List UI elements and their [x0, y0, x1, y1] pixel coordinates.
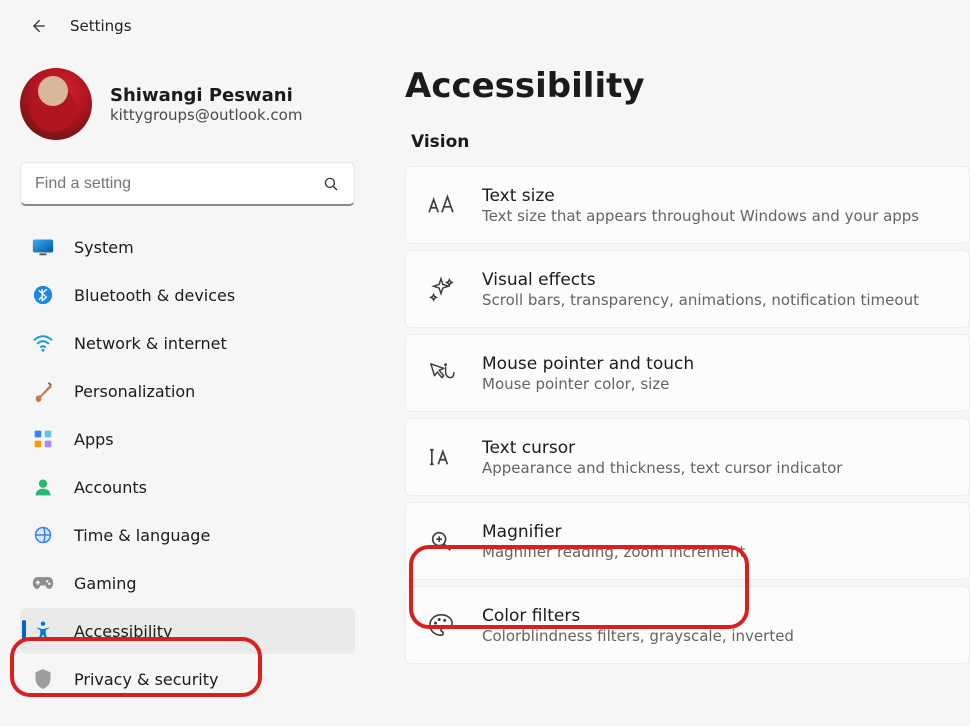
tile-magnifier[interactable]: Magnifier Magnifier reading, zoom increm…: [405, 502, 970, 580]
sidebar-item-bluetooth[interactable]: Bluetooth & devices: [20, 272, 355, 318]
magnifier-icon: [426, 528, 456, 554]
tile-subtitle: Scroll bars, transparency, animations, n…: [482, 291, 919, 309]
sidebar-item-label: Accounts: [74, 478, 147, 497]
tile-subtitle: Colorblindness filters, grayscale, inver…: [482, 627, 794, 645]
tile-subtitle: Text size that appears throughout Window…: [482, 207, 919, 225]
tile-visual-effects[interactable]: Visual effects Scroll bars, transparency…: [405, 250, 970, 328]
tile-mouse-pointer[interactable]: Mouse pointer and touch Mouse pointer co…: [405, 334, 970, 412]
app-title: Settings: [70, 17, 132, 35]
shield-icon: [32, 668, 54, 690]
person-icon: [32, 476, 54, 498]
titlebar: Settings: [0, 0, 970, 48]
nav: System Bluetooth & devices Network & int…: [20, 224, 355, 702]
palette-icon: [426, 612, 456, 638]
sidebar-item-system[interactable]: System: [20, 224, 355, 270]
sidebar-item-time-language[interactable]: Time & language: [20, 512, 355, 558]
sidebar-item-label: Accessibility: [74, 622, 172, 641]
arrow-left-icon: [28, 16, 48, 36]
profile-email: kittygroups@outlook.com: [110, 106, 302, 124]
content: Accessibility Vision Text size Text size…: [365, 48, 970, 726]
tile-subtitle: Appearance and thickness, text cursor in…: [482, 459, 842, 477]
sidebar-item-label: Apps: [74, 430, 114, 449]
tile-text-cursor[interactable]: Text cursor Appearance and thickness, te…: [405, 418, 970, 496]
avatar: [20, 68, 92, 140]
tile-title: Text cursor: [482, 438, 842, 458]
bluetooth-icon: [32, 284, 54, 306]
sidebar-item-privacy[interactable]: Privacy & security: [20, 656, 355, 702]
sidebar-item-label: Bluetooth & devices: [74, 286, 235, 305]
sidebar-item-network[interactable]: Network & internet: [20, 320, 355, 366]
sidebar-item-label: Privacy & security: [74, 670, 218, 689]
sidebar-item-label: System: [74, 238, 134, 257]
sidebar-item-personalization[interactable]: Personalization: [20, 368, 355, 414]
tile-title: Magnifier: [482, 522, 745, 542]
tile-color-filters[interactable]: Color filters Colorblindness filters, gr…: [405, 586, 970, 664]
search-input[interactable]: [35, 175, 295, 193]
sidebar-item-label: Time & language: [74, 526, 210, 545]
sidebar-item-accessibility[interactable]: Accessibility: [20, 608, 355, 654]
text-cursor-icon: [426, 444, 456, 470]
section-title-vision: Vision: [411, 132, 970, 152]
sidebar: Shiwangi Peswani kittygroups@outlook.com…: [0, 48, 365, 726]
tile-title: Visual effects: [482, 270, 919, 290]
apps-icon: [32, 428, 54, 450]
back-button[interactable]: [26, 14, 50, 38]
pointer-touch-icon: [426, 360, 456, 386]
sidebar-item-label: Gaming: [74, 574, 137, 593]
sidebar-item-label: Personalization: [74, 382, 195, 401]
wifi-icon: [32, 332, 54, 354]
tile-title: Text size: [482, 186, 919, 206]
monitor-icon: [32, 236, 54, 258]
search-box[interactable]: [20, 162, 355, 206]
tile-list: Text size Text size that appears through…: [405, 166, 970, 664]
page-title: Accessibility: [405, 66, 970, 106]
sidebar-item-accounts[interactable]: Accounts: [20, 464, 355, 510]
text-size-icon: [426, 192, 456, 218]
sparkle-icon: [426, 276, 456, 302]
tile-subtitle: Mouse pointer color, size: [482, 375, 694, 393]
paintbrush-icon: [32, 380, 54, 402]
tile-text-size[interactable]: Text size Text size that appears through…: [405, 166, 970, 244]
globe-clock-icon: [32, 524, 54, 546]
profile-name: Shiwangi Peswani: [110, 85, 302, 106]
sidebar-item-gaming[interactable]: Gaming: [20, 560, 355, 606]
sidebar-item-apps[interactable]: Apps: [20, 416, 355, 462]
tile-subtitle: Magnifier reading, zoom increment: [482, 543, 745, 561]
tile-title: Mouse pointer and touch: [482, 354, 694, 374]
sidebar-item-label: Network & internet: [74, 334, 227, 353]
gamepad-icon: [32, 572, 54, 594]
accessibility-icon: [32, 620, 54, 642]
profile[interactable]: Shiwangi Peswani kittygroups@outlook.com: [20, 58, 355, 162]
tile-title: Color filters: [482, 606, 794, 626]
search-icon: [322, 175, 340, 193]
